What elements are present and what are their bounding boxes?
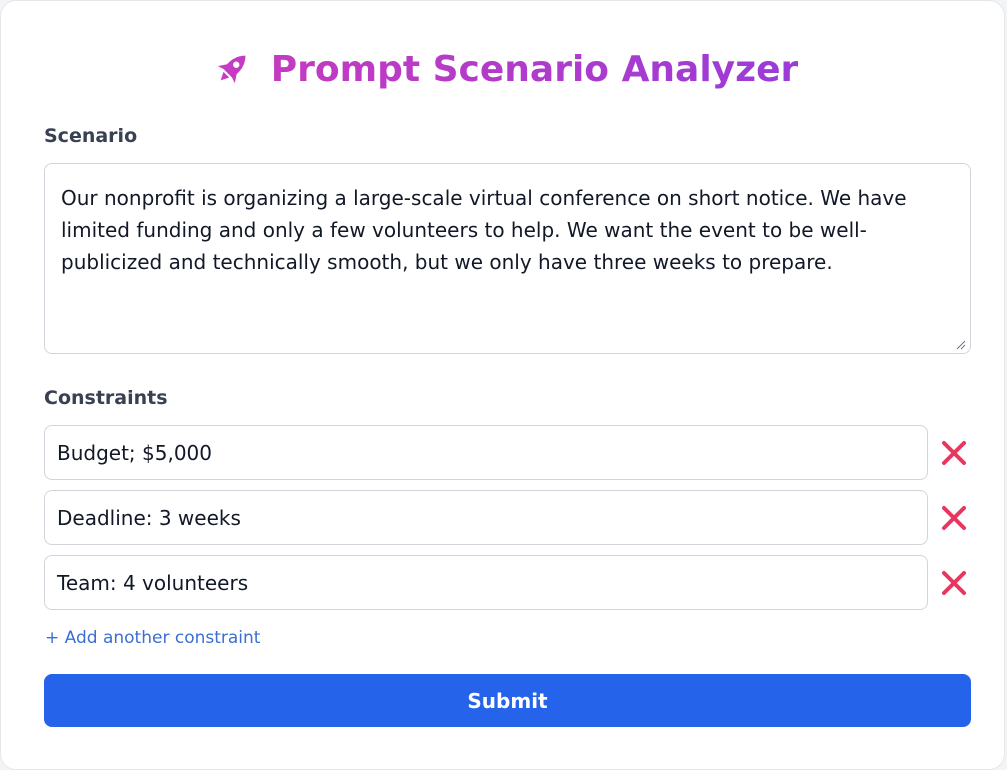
- constraint-row: Deadline: 3 weeks: [44, 490, 974, 545]
- page-title: Prompt Scenario Analyzer: [270, 48, 799, 90]
- rocket-icon: [211, 48, 253, 90]
- scenario-label: Scenario: [44, 125, 138, 147]
- constraint-input[interactable]: Budget; $5,000: [44, 425, 928, 480]
- close-icon: [942, 571, 966, 595]
- constraint-value: Budget; $5,000: [57, 440, 213, 465]
- scenario-textarea[interactable]: Our nonprofit is organizing a large-scal…: [44, 163, 971, 354]
- constraint-value: Team: 4 volunteers: [57, 570, 249, 595]
- constraint-row: Team: 4 volunteers: [44, 555, 974, 610]
- scenario-text: Our nonprofit is organizing a large-scal…: [61, 186, 907, 274]
- add-constraint-link[interactable]: + Add another constraint: [45, 628, 260, 648]
- constraint-input[interactable]: Team: 4 volunteers: [44, 555, 928, 610]
- main-card: Prompt Scenario Analyzer Scenario Our no…: [0, 0, 1005, 770]
- submit-button[interactable]: Submit: [44, 674, 971, 727]
- submit-label: Submit: [467, 688, 548, 713]
- close-icon: [942, 506, 966, 530]
- remove-constraint-button[interactable]: [938, 502, 970, 534]
- page-header: Prompt Scenario Analyzer: [1, 41, 1007, 97]
- constraint-row: Budget; $5,000: [44, 425, 974, 480]
- close-icon: [942, 441, 966, 465]
- remove-constraint-button[interactable]: [938, 437, 970, 469]
- remove-constraint-button[interactable]: [938, 567, 970, 599]
- constraints-label: Constraints: [44, 387, 168, 409]
- constraint-input[interactable]: Deadline: 3 weeks: [44, 490, 928, 545]
- constraint-value: Deadline: 3 weeks: [57, 505, 241, 530]
- resize-handle-icon[interactable]: [956, 340, 966, 350]
